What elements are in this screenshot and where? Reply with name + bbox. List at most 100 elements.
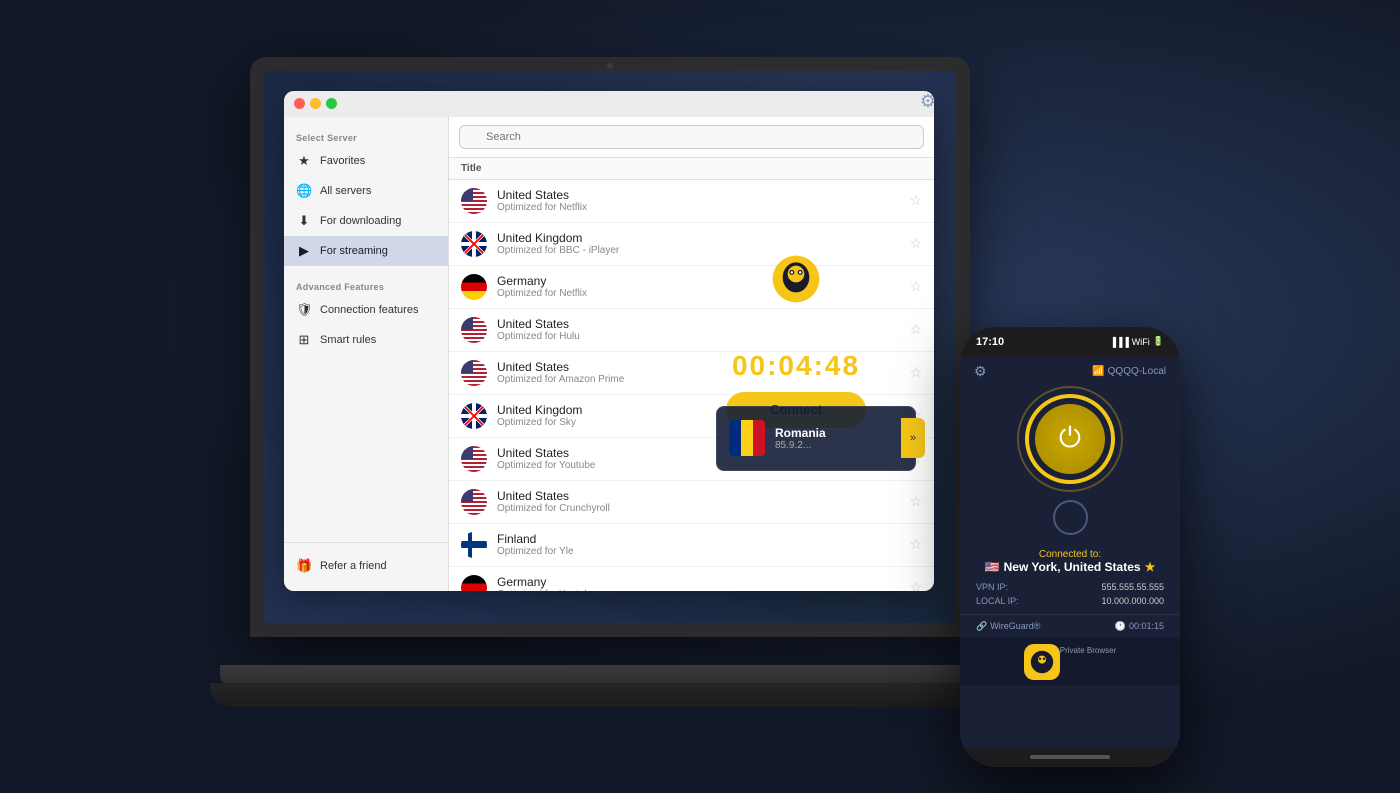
laptop-device: Select Server ★ Favorites 🌐 All servers … [220,57,1180,737]
phone-footer: Private Browser [960,638,1180,686]
home-indicator [1030,755,1110,759]
sidebar-item-refer-friend[interactable]: 🎁 Refer a friend [284,551,448,581]
download-icon: ⬇ [296,213,312,229]
wifi-name: QQQQ-Local [1108,366,1166,377]
vpn-ip-value: 555.555.55.555 [1101,582,1164,592]
advanced-section-label: Advanced Features [284,276,448,295]
wifi-signal-icon: 📶 [1092,366,1104,377]
laptop: Select Server ★ Favorites 🌐 All servers … [220,57,1000,737]
flag-blue [729,420,741,456]
local-ip-row: LOCAL IP: 10.000.000.000 [976,596,1164,606]
minimize-button[interactable] [310,98,321,109]
wireguard-icon: 🔗 [976,621,987,632]
maximize-button[interactable] [326,98,337,109]
battery-icon: 🔋 [1153,336,1164,347]
signal-icon: ▐▐▐ [1110,337,1129,347]
laptop-screen-inner: Select Server ★ Favorites 🌐 All servers … [264,71,956,623]
shield-icon: 🛡 [296,302,312,318]
sidebar-label-for-downloading: For downloading [320,215,401,227]
globe-icon: 🌐 [296,183,312,199]
flag-us [461,188,487,214]
sidebar-label-for-streaming: For streaming [320,245,388,257]
vpn-timer: 00:04:48 [732,350,860,382]
flag-yellow [741,420,753,456]
phone-bottom-bar: 🔗 WireGuard® 🕐 00:01:15 [960,614,1180,638]
flag-de [461,575,487,591]
sidebar-section-label: Select Server [284,127,448,146]
connected-location: 🇺🇸 New York, United States ★ [985,560,1156,574]
favorite-star: ★ [1145,560,1156,574]
phone-top-bar: ⚙ 📶 QQQQ-Local [960,357,1180,386]
phone-power-button[interactable]: ⏻ [1035,404,1105,474]
phone-secondary-circle [1053,500,1088,535]
play-icon: ▶ [296,243,312,259]
sidebar-label-connection-features: Connection features [320,304,418,316]
private-browser-label: Private Browser [1060,646,1116,680]
phone-status-icons: ▐▐▐ WiFi 🔋 [1110,336,1164,347]
close-button[interactable] [294,98,305,109]
phone: 17:10 ▐▐▐ WiFi 🔋 ⚙ 📶 QQQQ-Local [960,327,1180,767]
vpn-ip-row: VPN IP: 555.555.55.555 [976,582,1164,592]
sidebar-item-favorites[interactable]: ★ Favorites [284,146,448,176]
sidebar-bottom: 🎁 Refer a friend [284,542,448,581]
phone-wifi-label: 📶 QQQQ-Local [1092,366,1166,377]
power-icon: ⏻ [1059,422,1081,455]
laptop-foot [210,683,1010,707]
laptop-screen-outer: Select Server ★ Favorites 🌐 All servers … [250,57,970,637]
star-icon: ★ [296,153,312,169]
sidebar-label-favorites: Favorites [320,155,365,167]
phone-conn-time: 🕐 00:01:15 [1115,621,1164,632]
romania-card: Romania 85.9.2... » [716,406,916,471]
wifi-icon: WiFi [1132,337,1150,347]
sidebar-label-smart-rules: Smart rules [320,334,376,346]
phone-notch-area: 17:10 ▐▐▐ WiFi 🔋 [960,327,1180,357]
romania-ip: 85.9.2... [775,440,826,451]
cyberghost-logo [771,254,821,304]
traffic-lights [294,98,337,109]
flag-us [461,489,487,515]
phone-screen: ⚙ 📶 QQQQ-Local ⏻ [960,357,1180,747]
webcam [607,63,613,69]
phone-power-circle: ⏻ [1025,394,1115,484]
location-text: New York, United States [1004,560,1141,574]
cyberghost-phone-icon[interactable] [1024,644,1060,680]
romania-info: Romania 85.9.2... [775,426,826,451]
flag-us [461,317,487,343]
sidebar-label-all-servers: All servers [320,185,371,197]
romania-name: Romania [775,426,826,440]
vpn-ip-label: VPN IP: [976,582,1008,592]
local-ip-label: LOCAL IP: [976,596,1019,606]
flag-red [753,420,765,456]
phone-wireguard: 🔗 WireGuard® [976,621,1040,632]
sidebar-item-for-streaming[interactable]: ▶ For streaming [284,236,448,266]
phone-device: 17:10 ▐▐▐ WiFi 🔋 ⚙ 📶 QQQQ-Local [960,327,1180,767]
local-ip-value: 10.000.000.000 [1101,596,1164,606]
flag-fi [461,532,487,558]
gift-icon: 🎁 [296,558,312,574]
flag-us [461,446,487,472]
clock-icon: 🕐 [1115,621,1126,632]
sidebar-label-refer-friend: Refer a friend [320,560,387,572]
phone-power-circle-outer: ⏻ [1017,386,1123,492]
sidebar-item-connection-features[interactable]: 🛡 Connection features [284,295,448,325]
flag-us [461,360,487,386]
vpn-ip-section: VPN IP: 555.555.55.555 LOCAL IP: 10.000.… [960,574,1180,614]
connected-to-label: Connected to: [1039,549,1101,560]
phone-time: 17:10 [976,336,1004,348]
romania-flag [729,420,765,456]
sidebar-item-all-servers[interactable]: 🌐 All servers [284,176,448,206]
flag-uk [461,231,487,257]
phone-home-bar [960,747,1180,767]
vpn-connected-text: VPN connected! [712,314,881,340]
vpn-status-panel: ⚙ VPN connected! 00:04:48 Connect [656,91,936,591]
sidebar-item-for-downloading[interactable]: ⬇ For downloading [284,206,448,236]
flag-uk [461,403,487,429]
wireguard-label: WireGuard® [990,621,1040,631]
grid-icon: ⊞ [296,332,312,348]
flag-de [461,274,487,300]
conn-time-value: 00:01:15 [1129,621,1164,631]
expand-button[interactable]: » [901,418,925,458]
gear-icon[interactable]: ⚙ [920,91,936,112]
sidebar-item-smart-rules[interactable]: ⊞ Smart rules [284,325,448,355]
phone-gear-icon[interactable]: ⚙ [974,363,987,380]
